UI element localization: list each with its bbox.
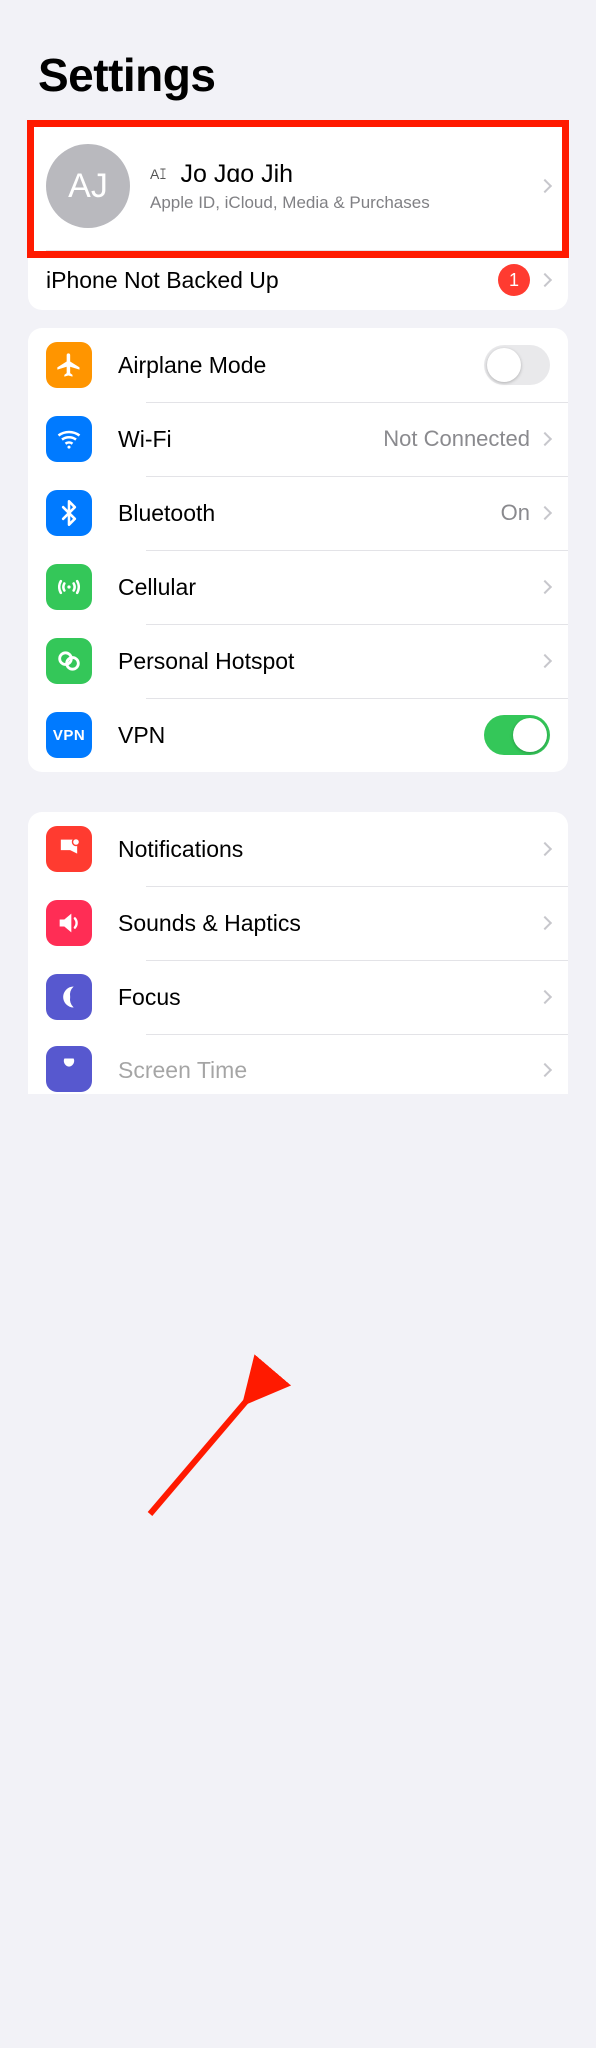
vpn-label: VPN [118, 722, 476, 749]
row-hotspot[interactable]: Personal Hotspot [28, 624, 568, 698]
sounds-label: Sounds & Haptics [118, 910, 530, 937]
backup-label: iPhone Not Backed Up [46, 267, 490, 294]
page-title: Settings [0, 0, 596, 112]
screen-time-icon [46, 1046, 92, 1092]
badge-count: 1 [498, 264, 530, 296]
notifications-label: Notifications [118, 836, 530, 863]
profile-subtitle: Apple ID, iCloud, Media & Purchases [150, 193, 530, 213]
chevron-icon [538, 1063, 552, 1077]
profile-text: Aꕯ Jo Jɑo Jih Apple ID, iCloud, Media & … [150, 160, 530, 213]
row-notifications[interactable]: Notifications [28, 812, 568, 886]
hotspot-icon [46, 638, 92, 684]
row-focus[interactable]: Focus [28, 960, 568, 1034]
avatar: AJ [46, 144, 130, 228]
row-vpn[interactable]: VPN VPN [28, 698, 568, 772]
chevron-icon [538, 432, 552, 446]
row-backup-warning[interactable]: iPhone Not Backed Up 1 [28, 250, 568, 310]
airplane-toggle[interactable] [484, 345, 550, 385]
hotspot-label: Personal Hotspot [118, 648, 530, 675]
vpn-toggle[interactable] [484, 715, 550, 755]
screen-time-label: Screen Time [118, 1057, 530, 1084]
notifications-icon [46, 826, 92, 872]
chevron-icon [538, 990, 552, 1004]
focus-label: Focus [118, 984, 530, 1011]
vpn-icon: VPN [46, 712, 92, 758]
wifi-label: Wi-Fi [118, 426, 375, 453]
row-apple-id[interactable]: AJ Aꕯ Jo Jɑo Jih Apple ID, iCloud, Media… [28, 124, 568, 250]
airplane-label: Airplane Mode [118, 352, 476, 379]
cellular-icon [46, 564, 92, 610]
bluetooth-value: On [501, 500, 530, 526]
chevron-icon [538, 179, 552, 193]
row-sounds[interactable]: Sounds & Haptics [28, 886, 568, 960]
focus-icon [46, 974, 92, 1020]
chevron-icon [538, 842, 552, 856]
chevron-icon [538, 580, 552, 594]
row-bluetooth[interactable]: Bluetooth On [28, 476, 568, 550]
chevron-icon [538, 506, 552, 520]
chevron-icon [538, 654, 552, 668]
bluetooth-label: Bluetooth [118, 500, 493, 527]
row-screen-time[interactable]: Screen Time [28, 1034, 568, 1094]
name-prefix: Aꕯ [150, 166, 166, 183]
chevron-icon [538, 916, 552, 930]
section-profile: AJ Aꕯ Jo Jɑo Jih Apple ID, iCloud, Media… [28, 124, 568, 310]
section-network: Airplane Mode Wi-Fi Not Connected Blueto… [28, 328, 568, 772]
annotation-arrow [0, 1094, 596, 2048]
chevron-icon [538, 273, 552, 287]
wifi-value: Not Connected [383, 426, 530, 452]
section-system: Notifications Sounds & Haptics Focus Scr… [28, 812, 568, 1094]
wifi-icon [46, 416, 92, 462]
sounds-icon [46, 900, 92, 946]
row-cellular[interactable]: Cellular [28, 550, 568, 624]
profile-name: Jo Jɑo Jih [180, 160, 293, 189]
row-wifi[interactable]: Wi-Fi Not Connected [28, 402, 568, 476]
row-airplane-mode[interactable]: Airplane Mode [28, 328, 568, 402]
cellular-label: Cellular [118, 574, 530, 601]
airplane-icon [46, 342, 92, 388]
bluetooth-icon [46, 490, 92, 536]
